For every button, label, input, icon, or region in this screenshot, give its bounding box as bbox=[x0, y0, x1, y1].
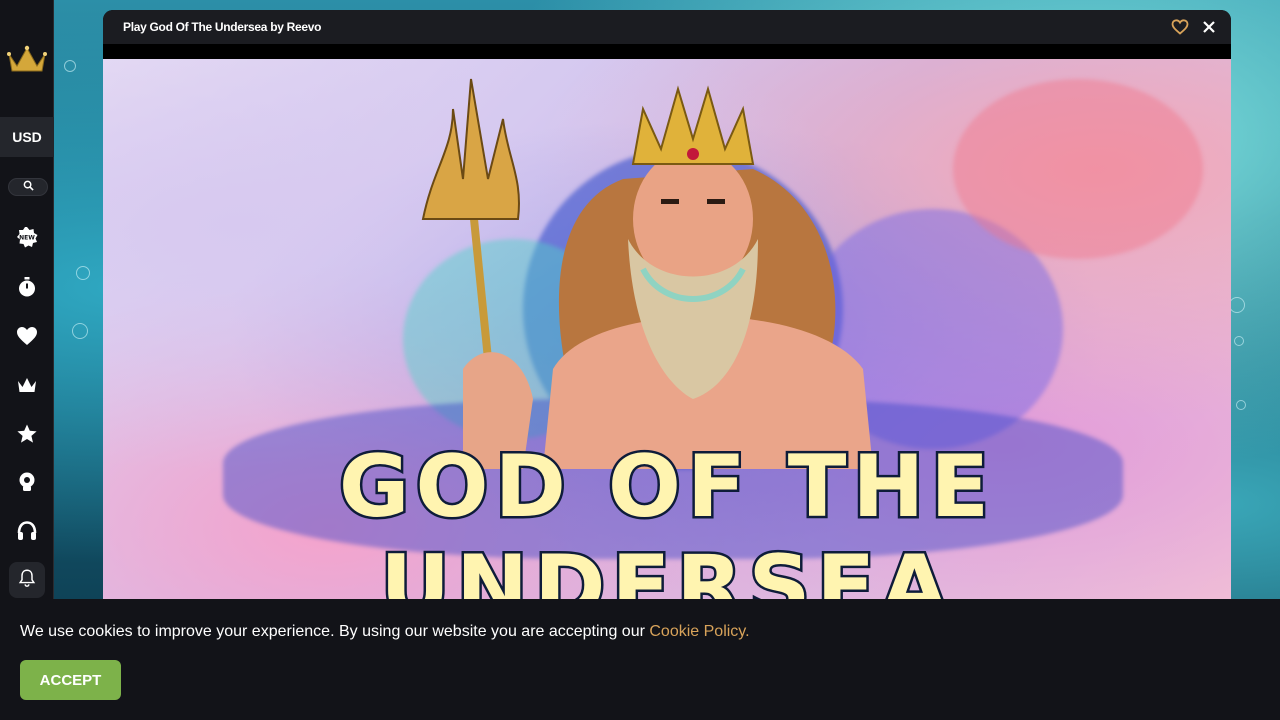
bubble bbox=[64, 60, 76, 72]
heart-icon bbox=[16, 325, 38, 352]
favorite-button[interactable] bbox=[1171, 18, 1189, 36]
heart-outline-icon bbox=[1171, 19, 1189, 40]
bell-icon bbox=[17, 568, 37, 593]
new-badge-icon: NEW bbox=[16, 226, 38, 253]
crown-icon bbox=[16, 374, 38, 401]
sidebar-item-recent[interactable] bbox=[10, 272, 44, 306]
modal-header: Play God Of The Undersea by Reevo bbox=[103, 10, 1231, 44]
sidebar-item-vip[interactable] bbox=[10, 370, 44, 404]
chip-icon bbox=[16, 471, 38, 498]
search-icon bbox=[23, 178, 34, 196]
headset-icon bbox=[16, 520, 38, 547]
close-icon bbox=[1200, 21, 1218, 40]
bubble bbox=[1236, 400, 1246, 410]
cookie-message: We use cookies to improve your experienc… bbox=[20, 623, 750, 641]
cookie-policy-link[interactable]: Cookie Policy. bbox=[649, 623, 749, 640]
currency-selector[interactable]: USD bbox=[0, 117, 54, 157]
sidebar-item-new[interactable]: NEW bbox=[10, 222, 44, 256]
sidebar-item-favorites[interactable] bbox=[10, 321, 44, 355]
bubble bbox=[72, 323, 88, 339]
game-logo-title: GOD OF THE UNDERSEA bbox=[336, 435, 996, 611]
game-splash[interactable]: GOD OF THE UNDERSEA bbox=[103, 59, 1231, 610]
svg-text:NEW: NEW bbox=[19, 234, 35, 241]
sidebar-item-support[interactable] bbox=[10, 516, 44, 550]
search-button[interactable] bbox=[8, 178, 48, 196]
crown-logo-icon[interactable] bbox=[7, 44, 47, 74]
bubble bbox=[1234, 336, 1244, 346]
star-icon bbox=[16, 423, 38, 450]
modal-title: Play God Of The Undersea by Reevo bbox=[123, 20, 322, 34]
cookie-banner: We use cookies to improve your experienc… bbox=[0, 599, 1280, 720]
sidebar-item-providers[interactable] bbox=[10, 467, 44, 501]
bubble bbox=[76, 266, 90, 280]
stopwatch-icon bbox=[16, 276, 38, 303]
sidebar-item-popular[interactable] bbox=[10, 419, 44, 453]
close-button[interactable] bbox=[1200, 18, 1218, 36]
cookie-text: We use cookies to improve your experienc… bbox=[20, 623, 650, 640]
poseidon-illustration bbox=[421, 78, 873, 469]
game-modal: Play God Of The Undersea by Reevo GOD OF… bbox=[103, 10, 1231, 610]
bubble bbox=[1229, 297, 1245, 313]
sidebar-item-notifications[interactable] bbox=[9, 562, 45, 598]
accept-cookies-button[interactable]: ACCEPT bbox=[20, 660, 121, 700]
